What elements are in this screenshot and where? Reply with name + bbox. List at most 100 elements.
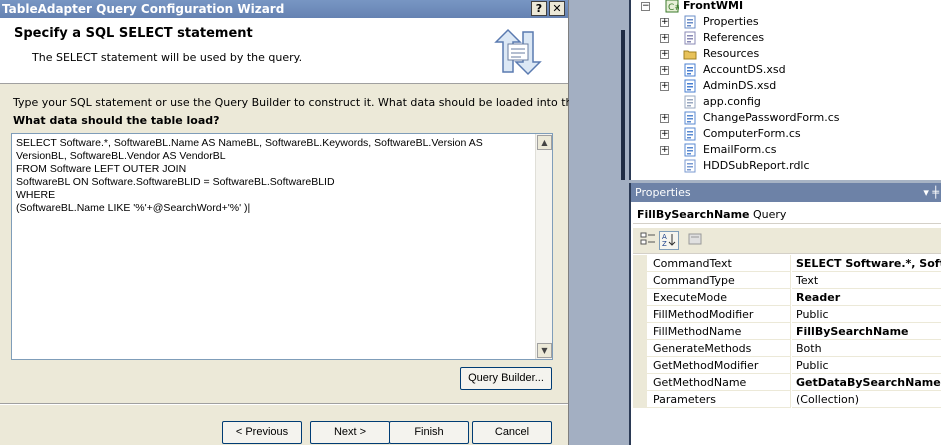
tree-item-label: ComputerForm.cs <box>703 127 801 140</box>
query-builder-button[interactable]: Query Builder... <box>460 367 552 390</box>
tree-item-label: ChangePasswordForm.cs <box>703 111 840 124</box>
property-row[interactable]: GetMethodModifier Public <box>633 357 941 374</box>
scroll-up-icon[interactable]: ▲ <box>537 135 552 150</box>
property-row[interactable]: FillMethodModifier Public <box>633 306 941 323</box>
property-row[interactable]: GenerateMethods Both <box>633 340 941 357</box>
page-title: Specify a SQL SELECT statement <box>14 26 253 41</box>
object-type: Query <box>753 208 787 221</box>
alphabetical-sort-icon[interactable]: AZ <box>659 231 679 250</box>
tree-item[interactable]: + References <box>631 30 941 46</box>
categorized-icon[interactable] <box>638 231 658 250</box>
property-value[interactable]: GetDataBySearchName <box>792 374 941 391</box>
tree-item[interactable]: + ChangePasswordForm.cs <box>631 110 941 126</box>
property-value[interactable]: Public <box>792 306 941 323</box>
row-margin <box>633 391 647 408</box>
row-margin <box>633 340 647 357</box>
property-grid: CommandTextSELECT Software.*, SoftwareBL… <box>633 255 941 408</box>
property-name: FillMethodModifier <box>647 306 791 323</box>
wizard-header: Specify a SQL SELECT statement The SELEC… <box>0 18 568 84</box>
expand-icon[interactable]: + <box>660 130 669 139</box>
row-margin <box>633 289 647 306</box>
expand-icon[interactable]: + <box>660 66 669 75</box>
property-value[interactable]: (Collection) <box>792 391 941 408</box>
solution-explorer: − C# FrontWMI + Properties + References + Res… <box>629 0 941 180</box>
property-value[interactable]: Both <box>792 340 941 357</box>
tree-item[interactable]: + AdminDS.xsd <box>631 78 941 94</box>
dataset-icon <box>684 79 696 93</box>
tree-item-label: EmailForm.cs <box>703 143 777 156</box>
property-value[interactable]: Text <box>792 272 941 289</box>
help-button[interactable]: ? <box>531 1 547 16</box>
expand-icon[interactable]: + <box>660 34 669 43</box>
property-row[interactable]: FillMethodName FillBySearchName <box>633 323 941 340</box>
svg-text:C#: C# <box>668 3 679 13</box>
property-row[interactable]: Parameters (Collection) <box>633 391 941 408</box>
next-button[interactable]: Next > <box>310 421 390 444</box>
cancel-button[interactable]: Cancel <box>472 421 552 444</box>
splitter-band <box>621 30 625 180</box>
object-name: FillBySearchName <box>637 208 750 221</box>
pin-icon[interactable]: ▾ ╪ <box>923 183 939 202</box>
collapse-icon[interactable]: − <box>641 2 650 11</box>
property-row[interactable]: GetMethodName GetDataBySearchName <box>633 374 941 391</box>
sql-scrollbar[interactable]: ▲ ▼ <box>535 134 552 359</box>
row-margin <box>633 357 647 374</box>
wizard-title: TableAdapter Query Configuration Wizard <box>2 2 285 16</box>
dataset-icon <box>684 63 696 77</box>
property-pages-icon[interactable] <box>685 231 705 250</box>
property-row[interactable]: CommandType Text <box>633 272 941 289</box>
properties-icon <box>684 15 696 29</box>
row-margin <box>633 323 647 340</box>
previous-button[interactable]: < Previous <box>222 421 302 444</box>
expand-icon[interactable]: + <box>660 82 669 91</box>
report-icon <box>684 159 696 173</box>
close-button[interactable]: ✕ <box>549 1 565 16</box>
object-selector[interactable]: FillBySearchName Query <box>633 205 941 224</box>
tree-item-label: References <box>703 31 765 44</box>
property-value[interactable]: Public <box>792 357 941 374</box>
tree-item[interactable]: HDDSubReport.rdlc <box>631 158 941 174</box>
scroll-down-icon[interactable]: ▼ <box>537 343 552 358</box>
property-row[interactable]: CommandTextSELECT Software.*, SoftwareBL… <box>633 255 941 272</box>
property-name: CommandText <box>647 255 791 272</box>
expand-icon[interactable]: + <box>660 114 669 123</box>
row-margin <box>633 306 647 323</box>
properties-panel: Properties ▾ ╪ FillBySearchName Query AZ… <box>629 183 941 445</box>
row-margin <box>633 374 647 391</box>
tree-item[interactable]: app.config <box>631 94 941 110</box>
property-row[interactable]: ExecuteMode Reader <box>633 289 941 306</box>
property-name: FillMethodName <box>647 323 791 340</box>
properties-title-bar: Properties ▾ ╪ <box>631 183 941 202</box>
property-name: GetMethodModifier <box>647 357 791 374</box>
property-value[interactable]: SELECT Software.*, SoftwareBL.Name AS Na… <box>792 255 941 272</box>
tree-item-label: app.config <box>703 95 761 108</box>
finish-button[interactable]: Finish <box>389 421 469 444</box>
ide-background-strip <box>569 0 629 445</box>
tree-item-label: Properties <box>703 15 759 28</box>
tree-item[interactable]: + Resources <box>631 46 941 62</box>
tree-item[interactable]: + Properties <box>631 14 941 30</box>
tree-item[interactable]: + EmailForm.cs <box>631 142 941 158</box>
tree-item[interactable]: + ComputerForm.cs <box>631 126 941 142</box>
properties-toolbar: AZ <box>633 228 941 254</box>
sql-text[interactable]: SELECT Software.*, SoftwareBL.Name AS Na… <box>16 137 531 215</box>
property-value[interactable]: Reader <box>792 289 941 306</box>
expand-icon[interactable]: + <box>660 50 669 59</box>
project-name: FrontWMI <box>683 0 744 12</box>
property-value[interactable]: FillBySearchName <box>792 323 941 340</box>
expand-icon[interactable]: + <box>660 18 669 27</box>
expand-icon[interactable]: + <box>660 146 669 155</box>
tree-item-label: AccountDS.xsd <box>703 63 786 76</box>
config-icon <box>684 95 696 109</box>
tree-item[interactable]: + AccountDS.xsd <box>631 62 941 78</box>
sql-statement-textarea[interactable]: SELECT Software.*, SoftwareBL.Name AS Na… <box>11 133 553 360</box>
tree-item-label: Resources <box>703 47 760 60</box>
svg-text:Z: Z <box>662 240 667 247</box>
question-label: What data should the table load? <box>13 114 220 127</box>
property-name: ExecuteMode <box>647 289 791 306</box>
property-name: CommandType <box>647 272 791 289</box>
form-icon <box>684 111 696 125</box>
property-name: GenerateMethods <box>647 340 791 357</box>
csharp-project-icon: C# <box>665 0 679 13</box>
row-margin <box>633 272 647 289</box>
